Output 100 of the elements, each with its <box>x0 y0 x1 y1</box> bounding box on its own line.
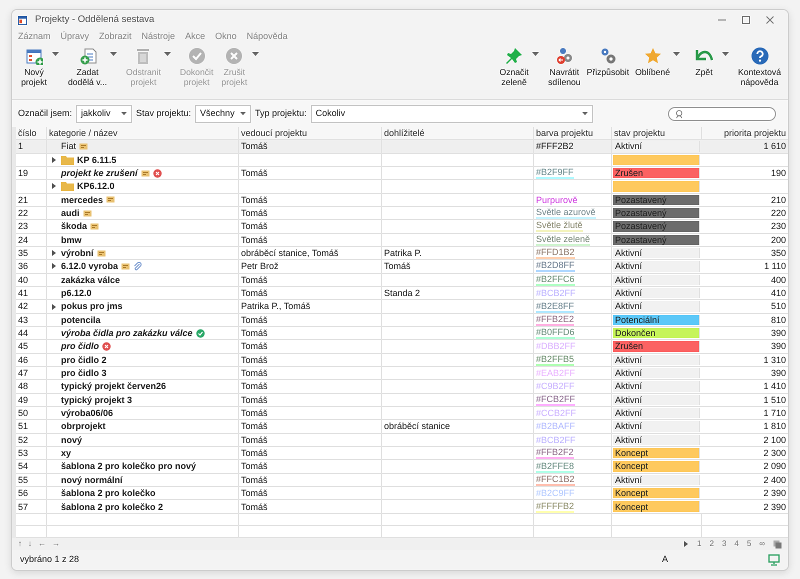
table-row[interactable]: 54 šablona 2 pro kolečko pro nový Tomáš #B2FFE8 Koncept 2 090 <box>16 460 788 474</box>
play-icon[interactable] <box>683 541 690 547</box>
table-row[interactable]: 46 pro čidlo 2 Tomáš #B2FFB5 Aktivní 1 310 <box>16 354 788 368</box>
table-cell: Standa 2 <box>384 287 420 300</box>
dropdown-caret-icon[interactable] <box>52 52 59 57</box>
toolbar-button[interactable]: Oblíbené <box>632 46 673 78</box>
table-cell: Patrika P. <box>384 246 422 260</box>
color-value: #B0FFD6 <box>536 327 575 340</box>
nav-arrow[interactable]: → <box>52 538 60 550</box>
table-row[interactable]: 42 pokus pro jms Patrika P., Tomáš #B2E8FF Aktivní 510 <box>16 300 788 314</box>
table-cell: 400 <box>770 274 786 286</box>
table-row[interactable]: 40 zakázka válce Tomáš #B2FFC6 Aktivní 400 <box>16 274 788 287</box>
row-number: 21 <box>18 194 28 206</box>
toolbar-button[interactable]: Zadat dodělá v... <box>65 46 110 89</box>
color-value: #BCB2FF <box>536 434 576 446</box>
project-name: mercedes <box>61 194 104 206</box>
project-name: bmw <box>61 234 82 246</box>
status-cell: Pozastavený <box>613 194 700 205</box>
page-link[interactable]: ∞ <box>759 538 765 550</box>
dropdown-field[interactable]: Cokoliv <box>310 104 593 122</box>
search-field[interactable] <box>668 106 776 120</box>
nav-arrow[interactable]: ← <box>38 538 46 550</box>
color-value: #DBB2FF <box>536 340 576 353</box>
page-link[interactable]: 2 <box>709 538 714 550</box>
table-cell: obráběcí stanice, Tomáš <box>241 246 338 260</box>
toolbar-button[interactable]: Kontextová nápověda <box>735 46 784 89</box>
column-header[interactable]: barva projektu <box>534 127 612 140</box>
expand-caret-icon[interactable] <box>51 250 56 256</box>
table-row[interactable]: 36 6.12.0 vyroba Petr Brož Tomáš #B2D8FF Aktivní 1 110 <box>16 260 788 274</box>
expand-caret-icon[interactable] <box>51 183 56 190</box>
toolbar-button[interactable]: Označit zeleně <box>496 46 532 89</box>
table-row[interactable]: 53 xy Tomáš #FFB2F2 Koncept 2 300 <box>16 447 788 460</box>
table-row[interactable]: 24 bmw Tomáš Světle zeleně Pozastavený 200 <box>16 234 788 247</box>
table-row[interactable]: 52 nový Tomáš #BCB2FF Aktivní 2 100 <box>16 434 788 448</box>
dropdown-caret-icon[interactable] <box>673 52 680 57</box>
copy-icon[interactable] <box>773 540 782 548</box>
table-cell: Tomáš <box>241 287 268 300</box>
color-value: #B2D8FF <box>536 260 575 272</box>
toolbar-button[interactable]: Navrátit sdílenou <box>545 46 584 89</box>
table-row[interactable]: 41 p6.12.0 Tomáš Standa 2 #BCB2FF Aktivní 410 <box>16 286 788 300</box>
table-row[interactable]: 55 nový normální Tomáš #FFC1B2 Aktivní 2 400 <box>16 474 788 488</box>
dropdown-caret-icon[interactable] <box>240 112 246 116</box>
color-value: #B2F9FF <box>536 167 574 180</box>
table-cell: 390 <box>770 367 786 380</box>
table-cell: Tomáš <box>241 487 268 500</box>
toolbar-button[interactable]: Zpět <box>686 46 722 78</box>
column-header[interactable]: stav projektu <box>612 127 702 140</box>
nav-arrow[interactable]: ↓ <box>28 538 32 550</box>
keyboard-indicator: A <box>662 553 668 566</box>
column-header[interactable]: kategorie / název <box>47 127 239 140</box>
dropdown-field[interactable]: jakkoliv <box>76 104 132 122</box>
dropdown-caret-icon[interactable] <box>582 112 588 116</box>
gears-icon <box>598 47 617 65</box>
dropdown-caret-icon[interactable] <box>722 52 729 57</box>
table-row[interactable]: 56 šablona 2 pro kolečko Tomáš #B2C9FF Koncept 2 390 <box>16 487 788 500</box>
column-header[interactable]: dohlížitelé <box>382 127 534 140</box>
page-link[interactable]: 3 <box>722 538 726 550</box>
note-icon <box>79 142 88 151</box>
page-link[interactable]: 5 <box>746 538 752 550</box>
note-icon <box>121 262 130 271</box>
page-link[interactable]: 1 <box>697 538 702 550</box>
column-header[interactable]: číslo <box>16 127 47 140</box>
table-row[interactable]: 45 pro čidlo Tomáš #DBB2FF Zrušen 390 <box>16 340 788 354</box>
status-cell: Aktivní <box>613 421 700 432</box>
dropdown-caret-icon[interactable] <box>110 52 118 57</box>
expand-caret-icon[interactable] <box>51 156 56 163</box>
row-number: 51 <box>18 420 28 433</box>
table-row[interactable]: 49 typický projekt 3 Tomáš #FCB2FF Aktivní 1 510 <box>16 394 788 408</box>
check-circle-icon <box>196 328 205 338</box>
expand-caret-icon[interactable] <box>51 304 56 310</box>
table-row[interactable]: 50 výroba06/06 Tomáš #CCB2FF Aktivní 1 710 <box>16 407 788 420</box>
table-row[interactable]: 19 projekt ke zrušení Tomáš #B2F9FF Zrušen 190 <box>16 166 788 180</box>
table-row[interactable]: KP6.12.0 <box>16 180 788 194</box>
toolbar-button[interactable]: Přizpůsobit <box>584 46 632 78</box>
dropdown-caret-icon[interactable] <box>121 112 128 116</box>
table-row[interactable]: 22 audi Tomáš Světle azurově Pozastavený 220 <box>16 206 788 220</box>
table-row[interactable]: 47 pro čidlo 3 Tomáš #EAB2FF Aktivní 390 <box>16 367 788 380</box>
table-cell: Patrika P., Tomáš <box>241 300 310 313</box>
table-row[interactable]: 43 potencila Tomáš #FFB2E2 Potenciální 810 <box>16 314 788 328</box>
column-header[interactable]: priorita projektu <box>702 127 788 140</box>
search-icon <box>675 108 685 118</box>
table-row[interactable]: KP 6.11.5 <box>16 154 788 167</box>
row-number: 53 <box>18 447 28 460</box>
expand-caret-icon[interactable] <box>51 263 56 270</box>
table-row[interactable]: 44 výroba čidla pro zakázku válce Tomáš #B0FFD6 Dokončen 390 <box>16 327 788 340</box>
table-row[interactable]: 21 mercedes Tomáš Purpurově Pozastavený 210 <box>16 194 788 207</box>
column-header[interactable]: vedoucí projektu <box>239 127 382 140</box>
table-row[interactable]: 51 obrprojekt Tomáš obráběcí stanice #B2BAFF Aktivní 1 810 <box>16 420 788 434</box>
table-row[interactable]: 57 šablona 2 pro kolečko 2 Tomáš #FFFFB2 Koncept 2 390 <box>16 500 788 514</box>
table-cell: 1 710 <box>763 407 786 420</box>
table-row[interactable]: 23 škoda Tomáš Světle žlutě Pozastavený 230 <box>16 220 788 234</box>
dropdown-caret-icon[interactable] <box>532 52 540 57</box>
nav-arrow[interactable]: ↑ <box>18 538 22 550</box>
status-cell: Aktivní <box>613 141 700 152</box>
toolbar-button[interactable]: Nový projekt <box>16 46 52 89</box>
page-link[interactable]: 4 <box>734 538 739 550</box>
table-row[interactable]: 1 Fiat Tomáš #FFF2B2 Aktivní 1 610 <box>16 140 788 154</box>
table-row[interactable]: 48 typický projekt červen26 Tomáš #C9B2FF Aktivní 1 410 <box>16 380 788 394</box>
dropdown-field[interactable]: Všechny <box>195 104 252 122</box>
table-row[interactable]: 35 výrobní obráběcí stanice, Tomáš Patrika P. #FFD1B2 Aktivní 350 <box>16 246 788 260</box>
